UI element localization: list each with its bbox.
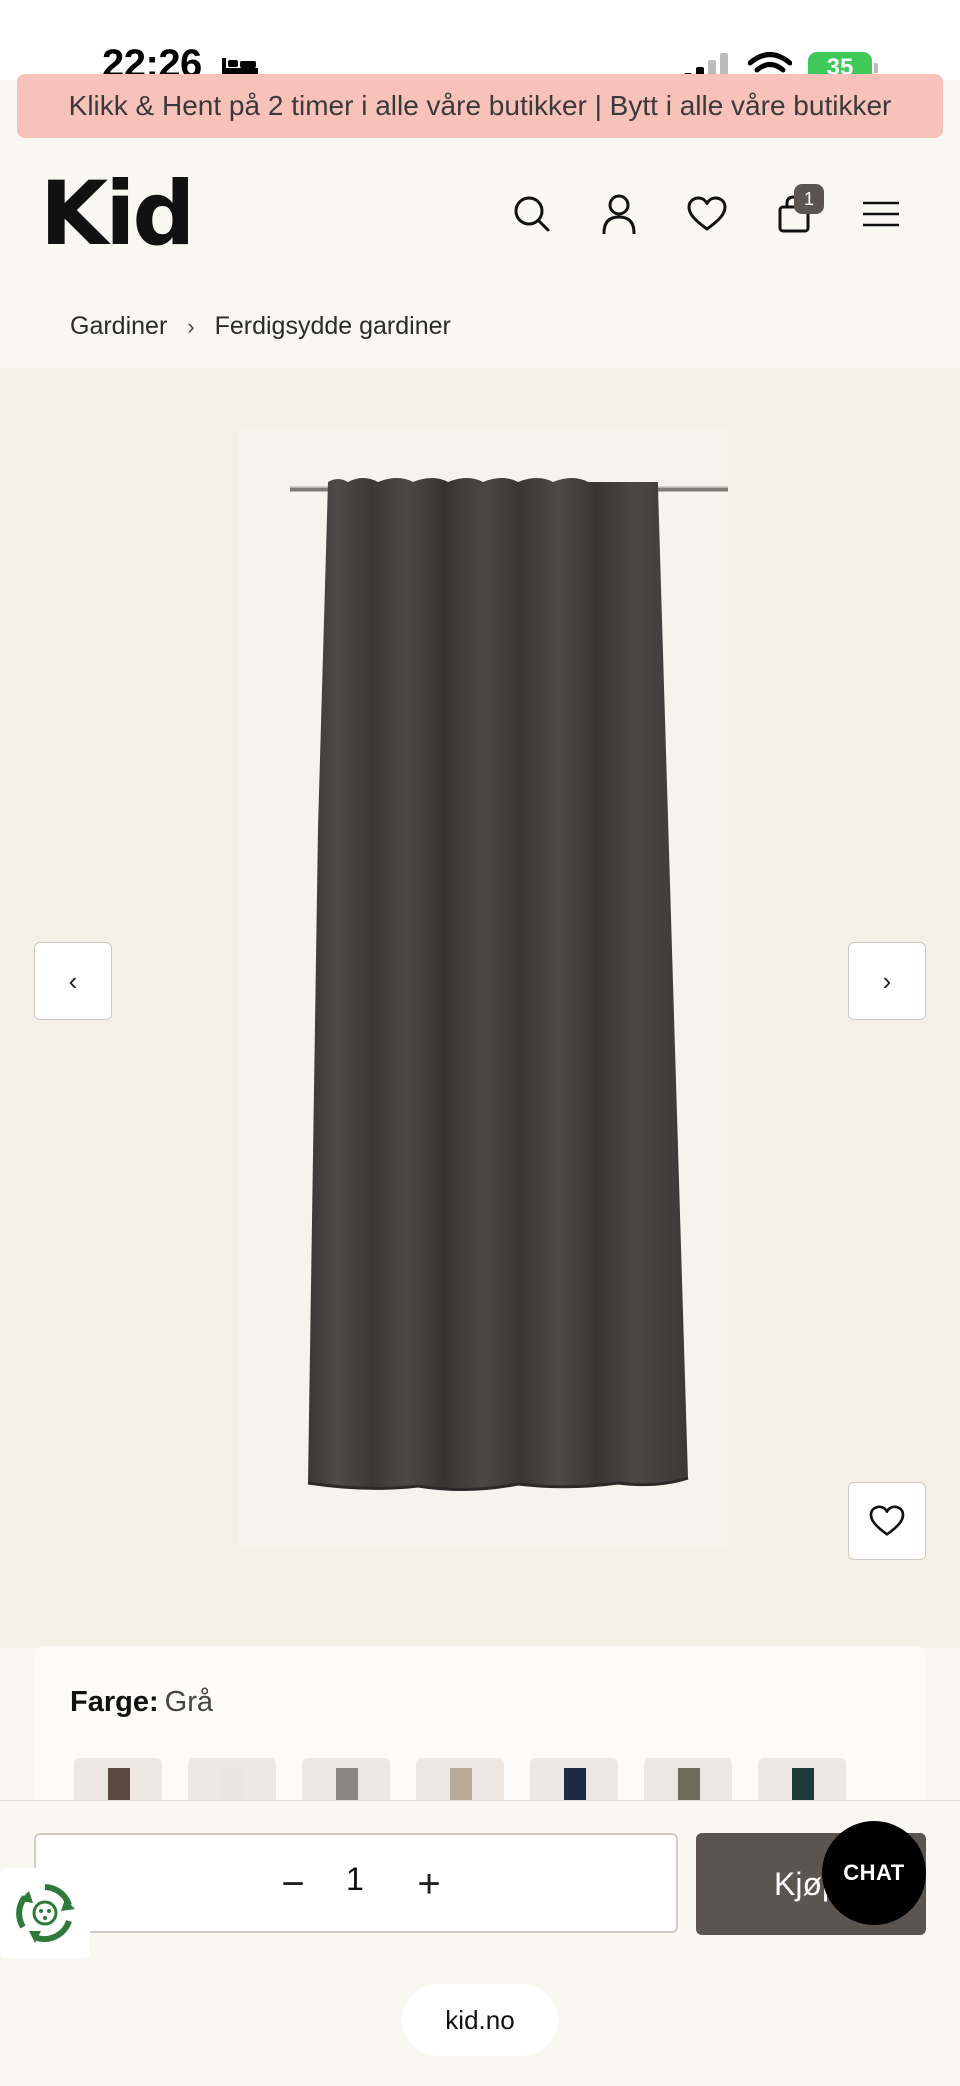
cart-icon[interactable]: 1 [772, 184, 824, 236]
product-gallery: ‹ › [0, 368, 960, 1648]
quantity-stepper: − 1 + [34, 1833, 678, 1933]
quantity-decrease-button[interactable]: − [268, 1859, 318, 1909]
recycle-icon [16, 1884, 75, 1943]
cart-count-badge: 1 [794, 184, 824, 214]
breadcrumb-item-ferdigsydde[interactable]: Ferdigsydde gardiner [215, 312, 451, 341]
breadcrumb: Gardiner › Ferdigsydde gardiner [70, 312, 451, 341]
add-to-wishlist-button[interactable] [848, 1482, 926, 1560]
account-icon[interactable] [597, 192, 641, 236]
search-icon[interactable] [510, 192, 554, 236]
curtain-illustration [290, 478, 728, 1492]
gallery-next-button[interactable]: › [848, 942, 926, 1020]
product-image-curtain[interactable] [238, 428, 728, 1548]
color-label-key: Farge: [70, 1686, 159, 1718]
kid-logo[interactable]: Kid [40, 170, 195, 258]
heart-icon [869, 1505, 905, 1536]
menu-icon[interactable] [859, 192, 903, 236]
color-label: Farge: Grå [70, 1686, 213, 1719]
quantity-value: 1 [346, 1861, 364, 1897]
breadcrumb-separator: › [187, 313, 195, 339]
breadcrumb-item-gardiner[interactable]: Gardiner [70, 312, 167, 341]
gallery-prev-button[interactable]: ‹ [34, 942, 112, 1020]
status-bar: 22:26 35 [0, 0, 960, 84]
promo-banner[interactable]: Klikk & Hent på 2 timer i alle våre buti… [17, 74, 943, 138]
quantity-increase-button[interactable]: + [404, 1859, 454, 1909]
color-label-value: Grå [164, 1686, 213, 1718]
wishlist-heart-icon[interactable] [685, 192, 729, 236]
recycle-badge-icon[interactable] [0, 1868, 90, 1958]
site-header: Kid 1 [0, 140, 960, 290]
chat-button[interactable]: CHAT [822, 1821, 926, 1925]
browser-url-pill[interactable]: kid.no [402, 1984, 558, 2056]
